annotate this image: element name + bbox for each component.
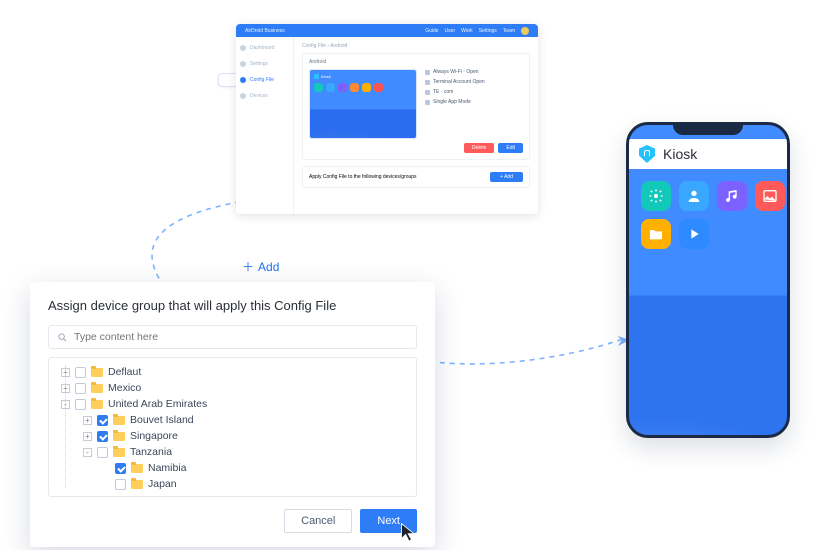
app-icon [314, 83, 323, 92]
topnav-item[interactable]: Settings [479, 28, 497, 34]
checkbox[interactable] [97, 431, 108, 442]
account-icon [425, 80, 430, 85]
sidebar-item-dashboard[interactable]: Dashboard [236, 43, 293, 53]
settings-app-icon[interactable] [641, 181, 671, 211]
avatar-icon[interactable] [521, 27, 529, 35]
sidebar-item-devices[interactable]: Devices [236, 91, 293, 101]
folder-icon [91, 400, 103, 409]
checkbox[interactable] [75, 399, 86, 410]
kiosk-title: Kiosk [663, 146, 697, 162]
gallery-app-icon[interactable] [755, 181, 785, 211]
assign-group-modal: Assign device group that will apply this… [30, 282, 435, 547]
folder-icon [131, 480, 143, 489]
tree-node[interactable]: Japan [55, 476, 410, 492]
folder-icon [113, 432, 125, 441]
tree-node[interactable]: -United Arab Emirates [55, 396, 410, 412]
breadcrumb: Config File › Android [302, 43, 530, 49]
app-icon [362, 83, 371, 92]
cancel-button[interactable]: Cancel [284, 509, 352, 533]
checkbox[interactable] [97, 447, 108, 458]
apply-label: Apply Config File to the following devic… [309, 174, 417, 180]
lock-icon [314, 74, 319, 79]
admin-console-card: AirDroid Business Guide User Work Settin… [236, 24, 538, 214]
files-app-icon[interactable] [641, 219, 671, 249]
kiosk-preview: Kiosk [309, 69, 417, 139]
tree-label: Mexico [108, 382, 141, 394]
group-tree: +Deflaut+Mexico-United Arab Emirates+Bou… [48, 357, 417, 497]
panel-title: Android [309, 59, 523, 65]
tree-label: Namibia [148, 462, 187, 474]
folder-icon [113, 416, 125, 425]
search-input[interactable] [74, 331, 408, 343]
kiosk-app-grid [629, 169, 787, 261]
expand-toggle-icon[interactable] [101, 464, 110, 473]
topnav-team[interactable]: Team [503, 28, 515, 34]
tree-label: Singapore [130, 430, 178, 442]
contacts-app-icon[interactable] [679, 181, 709, 211]
checkbox[interactable] [97, 415, 108, 426]
music-app-icon[interactable] [717, 181, 747, 211]
shield-icon [639, 145, 655, 163]
tag-icon [425, 90, 430, 95]
checkbox[interactable] [75, 383, 86, 394]
config-specs: Always Wi-Fi · Open Terminal Account Ope… [425, 69, 523, 139]
expand-toggle-icon[interactable]: + [83, 432, 92, 441]
tree-label: Deflaut [108, 366, 141, 378]
add-link[interactable]: ＋ Add [242, 258, 279, 275]
search-box[interactable] [48, 325, 417, 349]
app-icon [350, 83, 359, 92]
modal-title: Assign device group that will apply this… [48, 298, 417, 313]
folder-icon [91, 368, 103, 377]
tree-node[interactable]: + Bouvet Island [55, 412, 410, 428]
admin-sidebar: Dashboard Settings Config File Devices [236, 37, 294, 214]
tree-node[interactable]: +Mexico [55, 380, 410, 396]
tree-node[interactable]: - Tanzania [55, 444, 410, 460]
phone-mockup: Kiosk [626, 122, 790, 438]
add-label: Add [258, 260, 279, 274]
folder-icon [91, 384, 103, 393]
app-icon [326, 83, 335, 92]
topnav-item[interactable]: Work [461, 28, 473, 34]
brand-label: AirDroid Business [245, 28, 285, 34]
tree-label: Bouvet Island [130, 414, 194, 426]
plus-icon: ＋ [242, 258, 254, 275]
app-icon [374, 83, 383, 92]
folder-icon [113, 448, 125, 457]
video-app-icon[interactable] [679, 219, 709, 249]
tree-label: Tanzania [130, 446, 172, 458]
tree-node[interactable]: +Deflaut [55, 364, 410, 380]
topnav-item[interactable]: Guide [425, 28, 438, 34]
checkbox[interactable] [115, 479, 126, 490]
tree-node[interactable]: + Singapore [55, 428, 410, 444]
apply-bar: Apply Config File to the following devic… [302, 166, 530, 188]
wifi-icon [425, 70, 430, 75]
tree-label: United Arab Emirates [108, 398, 207, 410]
kiosk-header: Kiosk [629, 139, 787, 169]
mode-icon [425, 100, 430, 105]
admin-topbar: AirDroid Business Guide User Work Settin… [236, 24, 538, 37]
delete-button[interactable]: Delete [464, 143, 494, 153]
expand-toggle-icon[interactable]: + [83, 416, 92, 425]
tree-label: Japan [148, 478, 177, 490]
cursor-icon [399, 522, 419, 547]
tree-node[interactable]: Namibia [55, 460, 410, 476]
expand-toggle-icon[interactable]: - [83, 448, 92, 457]
app-icon [338, 83, 347, 92]
phone-notch [673, 123, 743, 135]
topnav-item[interactable]: User [445, 28, 456, 34]
expand-toggle-icon[interactable] [101, 480, 110, 489]
sidebar-item-config-file[interactable]: Config File [236, 75, 293, 85]
preview-apps [314, 83, 412, 92]
add-button-small[interactable]: + Add [490, 172, 523, 182]
search-icon [57, 332, 68, 343]
edit-button[interactable]: Edit [498, 143, 523, 153]
config-panel: Android Kiosk Alwa [302, 53, 530, 160]
sidebar-item-settings[interactable]: Settings [236, 59, 293, 69]
folder-icon [131, 464, 143, 473]
checkbox[interactable] [75, 367, 86, 378]
checkbox[interactable] [115, 463, 126, 474]
